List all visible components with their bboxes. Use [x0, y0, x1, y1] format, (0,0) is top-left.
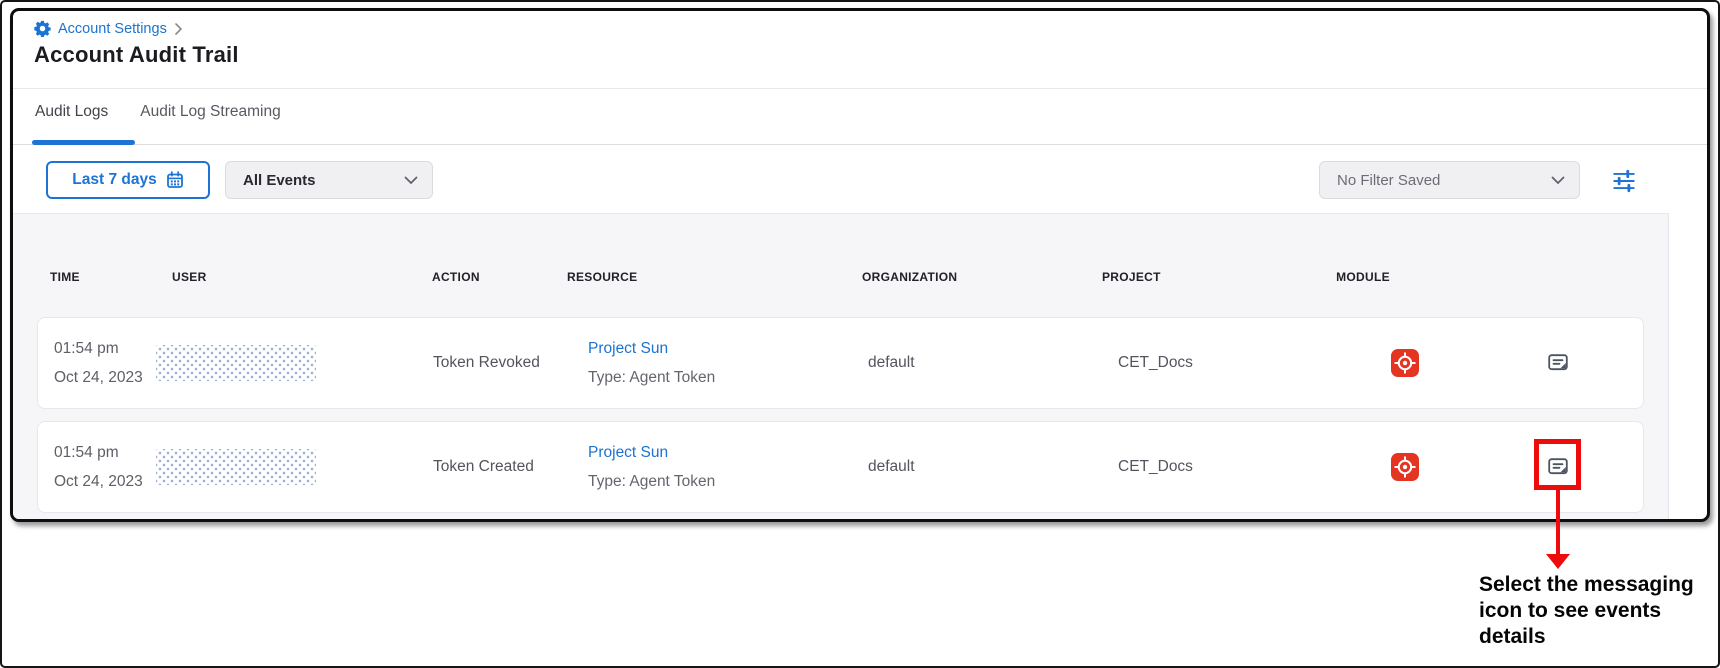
breadcrumb[interactable]: Account Settings [34, 20, 182, 37]
project-cell: CET_Docs [1118, 458, 1193, 476]
project-cell: CET_Docs [1118, 354, 1193, 372]
date-value: Oct 24, 2023 [54, 467, 143, 496]
filter-sliders-icon[interactable] [1611, 168, 1637, 194]
chevron-down-icon [1551, 176, 1565, 185]
calendar-icon [166, 171, 184, 189]
screenshot-canvas: Account Settings Account Audit Trail Aud… [0, 0, 1720, 668]
user-redacted [156, 449, 316, 485]
chevron-down-icon [404, 176, 418, 185]
tabs-divider [13, 144, 1707, 145]
events-dropdown-value: All Events [243, 172, 404, 189]
resource-link[interactable]: Project Sun [588, 438, 715, 467]
tab-bar: Audit Logs Audit Log Streaming [35, 103, 281, 139]
audit-log-table: TIME USER ACTION RESOURCE ORGANIZATION P… [13, 213, 1669, 519]
col-header-action: ACTION [432, 270, 480, 284]
annotation-caption: Select the messaging icon to see events … [1479, 572, 1694, 650]
breadcrumb-link[interactable]: Account Settings [58, 21, 167, 37]
col-header-organization: ORGANIZATION [862, 270, 957, 284]
annotation-line: icon to see events [1479, 598, 1694, 624]
date-range-label: Last 7 days [72, 171, 156, 189]
table-row: 01:54 pm Oct 24, 2023 Token Revoked Proj… [37, 317, 1644, 409]
date-value: Oct 24, 2023 [54, 363, 143, 392]
tab-audit-log-streaming[interactable]: Audit Log Streaming [140, 103, 280, 139]
col-header-module: MODULE [1293, 270, 1433, 284]
annotation-arrowhead-icon [1546, 554, 1570, 569]
action-cell: Token Revoked [433, 354, 540, 372]
time-value: 01:54 pm [54, 334, 143, 363]
date-range-button[interactable]: Last 7 days [46, 161, 210, 199]
page-title: Account Audit Trail [34, 42, 239, 68]
col-header-project: PROJECT [1102, 270, 1161, 284]
action-cell: Token Created [433, 458, 534, 476]
table-row: 01:54 pm Oct 24, 2023 Token Created Proj… [37, 421, 1644, 513]
screenshot-frame: Account Settings Account Audit Trail Aud… [10, 8, 1710, 522]
annotation-arrow [1556, 490, 1560, 556]
time-value: 01:54 pm [54, 438, 143, 467]
gear-icon [34, 20, 51, 37]
time-cell: 01:54 pm Oct 24, 2023 [54, 438, 143, 496]
saved-filter-dropdown[interactable]: No Filter Saved [1319, 161, 1580, 199]
resource-cell: Project Sun Type: Agent Token [588, 438, 715, 496]
resource-link[interactable]: Project Sun [588, 334, 715, 363]
message-icon[interactable] [1546, 351, 1570, 375]
tab-audit-logs[interactable]: Audit Logs [35, 103, 108, 139]
saved-filter-dropdown-value: No Filter Saved [1337, 172, 1551, 189]
organization-cell: default [868, 458, 915, 476]
col-header-user: USER [172, 270, 207, 284]
annotation-highlight-box [1534, 439, 1581, 490]
resource-type: Type: Agent Token [588, 467, 715, 496]
active-tab-underline [32, 140, 135, 145]
col-header-resource: RESOURCE [567, 270, 637, 284]
organization-cell: default [868, 354, 915, 372]
resource-type: Type: Agent Token [588, 363, 715, 392]
user-redacted [156, 345, 316, 381]
target-module-icon [1391, 453, 1419, 481]
target-module-icon [1391, 349, 1419, 377]
annotation-line: details [1479, 624, 1694, 650]
resource-cell: Project Sun Type: Agent Token [588, 334, 715, 392]
time-cell: 01:54 pm Oct 24, 2023 [54, 334, 143, 392]
annotation-line: Select the messaging [1479, 572, 1694, 598]
events-dropdown[interactable]: All Events [225, 161, 433, 199]
header-divider [13, 88, 1707, 89]
table-header-row: TIME USER ACTION RESOURCE ORGANIZATION P… [13, 270, 1668, 288]
chevron-right-icon [174, 23, 182, 35]
col-header-time: TIME [50, 270, 80, 284]
